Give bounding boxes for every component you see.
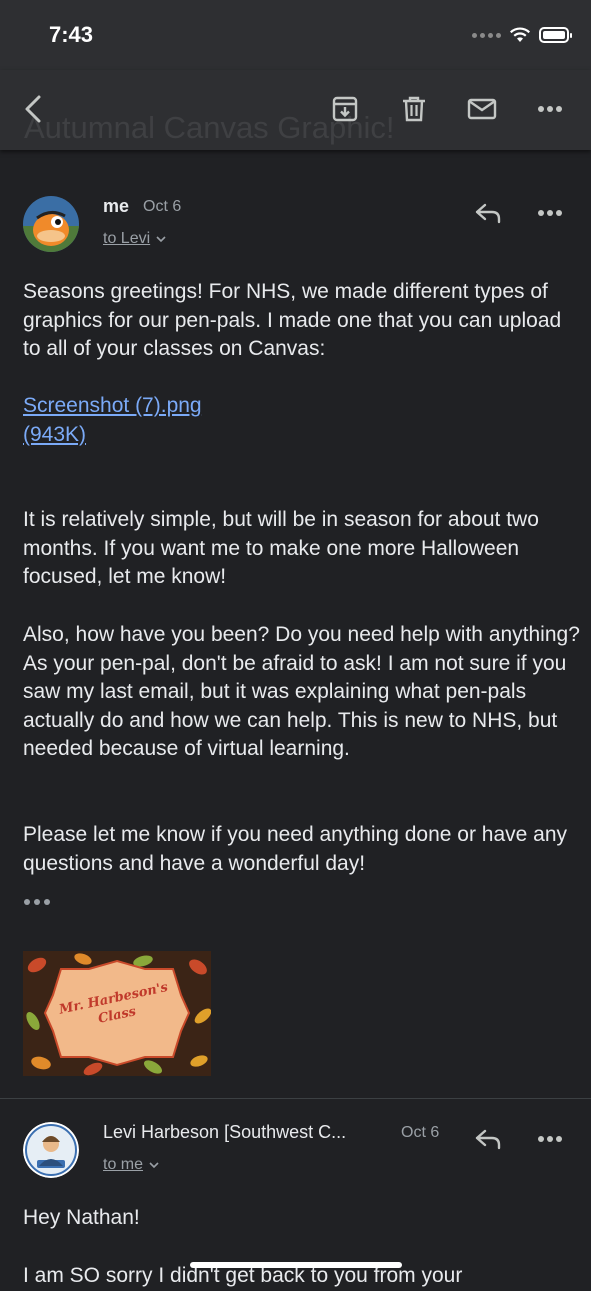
- avatar[interactable]: [23, 1122, 79, 1178]
- mail-icon[interactable]: [465, 92, 499, 126]
- status-icons: [472, 24, 572, 46]
- attachment-name[interactable]: Screenshot (7).png: [23, 392, 583, 421]
- recipient-line[interactable]: to me: [103, 1156, 159, 1174]
- message-body: Seasons greetings! For NHS, we made diff…: [23, 278, 583, 364]
- body-paragraph: Seasons greetings! For NHS, we made diff…: [23, 280, 562, 361]
- wifi-icon: [510, 27, 530, 42]
- more-horizontal-icon[interactable]: [533, 92, 567, 126]
- back-arrow-icon[interactable]: [16, 92, 50, 126]
- message-body: Hey Nathan!: [23, 1204, 583, 1233]
- message-body: Also, how have you been? Do you need hel…: [23, 621, 583, 764]
- attachment-size[interactable]: (943K): [23, 421, 86, 450]
- message-body: Please let me know if you need anything …: [23, 821, 583, 878]
- chevron-down-icon: [156, 235, 166, 242]
- message-more-icon[interactable]: [533, 196, 567, 230]
- battery-icon: [539, 27, 572, 43]
- avatar[interactable]: [23, 196, 79, 252]
- message-divider: [0, 1098, 591, 1099]
- body-paragraph: Please let me know if you need anything …: [23, 823, 568, 875]
- status-time: 7:43: [49, 22, 94, 47]
- archive-icon[interactable]: [328, 92, 362, 126]
- trash-icon[interactable]: [397, 92, 431, 126]
- recipient-label: to Levi: [103, 230, 151, 247]
- toolbar: Autumnal Canvas Graphic!: [0, 70, 591, 150]
- chevron-down-icon: [149, 1161, 159, 1168]
- home-indicator[interactable]: [190, 1262, 402, 1268]
- message-body: It is relatively simple, but will be in …: [23, 506, 583, 592]
- show-trimmed-content-button[interactable]: [24, 895, 50, 909]
- attachment-link[interactable]: Screenshot (7).png (943K): [23, 392, 583, 449]
- body-paragraph: It is relatively simple, but will be in …: [23, 508, 539, 589]
- message-date: Oct 6: [143, 198, 182, 215]
- status-bar: 7:43: [0, 0, 591, 70]
- sender-name: Levi Harbeson [Southwest C...: [103, 1122, 347, 1142]
- message-more-icon[interactable]: [533, 1122, 567, 1156]
- sender-name: me: [103, 196, 130, 216]
- cellular-signal-icon: [472, 32, 501, 38]
- reply-icon[interactable]: [471, 1122, 505, 1156]
- body-paragraph: Hey Nathan!: [23, 1206, 140, 1229]
- recipient-label: to me: [103, 1156, 144, 1173]
- reply-icon[interactable]: [471, 196, 505, 230]
- message-date: Oct 6: [401, 1124, 440, 1141]
- recipient-line[interactable]: to Levi: [103, 230, 166, 248]
- body-paragraph: Also, how have you been? Do you need hel…: [23, 623, 580, 761]
